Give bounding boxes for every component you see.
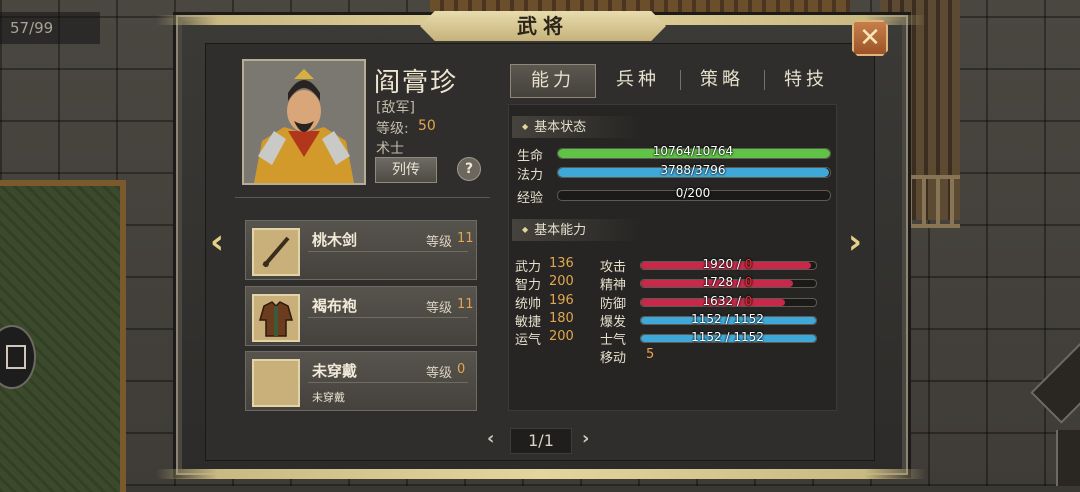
burst-value: 1152 / 1152 [640,312,815,326]
attribute-value: 196 [549,293,574,308]
section-header-basic-ability: 基本能力 [512,219,642,241]
stat-label: 生命 [517,149,544,164]
attribute-label: 敏捷 [515,315,542,330]
stat-max: 1152 [733,330,764,344]
exp-value: 0/200 [675,186,711,200]
biography-button[interactable]: 列传 [375,157,437,183]
spirit-value: 1728 / 0 [640,275,815,289]
stat-label: 防御 [600,297,627,312]
equipment-name: 未穿戴 [312,362,358,380]
stat-bonus: 0 [744,275,753,289]
page-indicator: 1/1 [510,428,572,454]
attribute-value: 136 [549,256,574,271]
equipment-level-label: 等级 [426,366,453,381]
mp-value: 3788/3796 [660,163,726,177]
close-button[interactable]: ✕ [852,20,888,56]
stat-base: 1920 [702,257,734,271]
attribute-label: 武力 [515,260,542,275]
attribute-value: 180 [549,311,574,326]
stat-sep: / [725,312,730,326]
stat-label: 法力 [517,168,544,183]
hero-name: 阎膏珍 [374,68,459,98]
tab-separator [764,70,765,90]
cloth-robe-icon [252,294,300,342]
defense-value: 1632 / 0 [640,294,815,308]
equipment-level: 11 [457,231,474,246]
stat-max: 1152 [733,312,764,326]
prev-page-button[interactable]: ‹ [487,428,494,449]
equipment-slot-armor[interactable]: 褐布袍 等级 11 [245,286,477,346]
equipment-name: 桃木剑 [312,231,358,249]
morale-value: 1152 / 1152 [640,330,815,344]
stat-bonus: 0 [744,294,753,308]
chevron-right-icon: › [582,428,590,449]
stat-base: 1632 [702,294,734,308]
divider [308,382,468,383]
equipment-level-label: 等级 [426,301,453,316]
help-button[interactable]: ? [457,157,481,181]
stat-label: 经验 [517,191,544,206]
tab-ability[interactable]: 能力 [510,64,596,98]
stat-label: 攻击 [600,260,627,275]
hp-value: 10764/10764 [652,144,734,158]
attribute-label: 统帅 [515,297,542,312]
stat-sep: / [736,294,741,308]
divider [235,197,490,198]
hero-level-label: 等级: [376,121,409,137]
stat-label: 士气 [600,333,627,348]
turn-counter: 57/99 [0,12,100,44]
attribute-label: 智力 [515,278,542,293]
divider [308,317,468,318]
equipment-slot-accessory[interactable]: 未穿戴 等级 0 未穿戴 [245,351,477,411]
empty-slot-icon [252,359,300,407]
scroll-icon [6,345,26,369]
equipment-slot-weapon[interactable]: 桃木剑 等级 11 [245,220,477,280]
stat-base: 1152 [691,312,722,326]
stat-sep: / [736,275,741,289]
stat-sep: / [736,257,741,271]
divider [308,251,468,252]
side-action-button[interactable] [1056,430,1080,486]
equipment-level-label: 等级 [426,235,453,250]
stat-label: 精神 [600,278,627,293]
stat-sep: / [725,330,730,344]
equipment-level: 0 [457,362,466,377]
stat-label: 爆发 [600,315,627,330]
close-x-icon: ✕ [859,23,881,53]
attribute-value: 200 [549,329,574,344]
hero-level: 50 [418,118,436,134]
tab-skills[interactable]: 特技 [768,64,844,96]
wooden-sword-icon [252,228,300,276]
chevron-left-icon: ‹ [487,428,495,449]
attribute-label: 运气 [515,333,542,348]
chevron-left-icon: ‹ [210,222,225,262]
attack-value: 1920 / 0 [640,257,815,271]
equipment-level: 11 [457,297,474,312]
move-value: 5 [646,347,655,362]
tab-separator [680,70,681,90]
attribute-value: 200 [549,274,574,289]
equipment-name: 褐布袍 [312,297,358,315]
chevron-right-icon: › [848,222,863,262]
section-header-basic-status: 基本状态 [512,116,642,138]
hero-class: 术士 [376,141,404,157]
equipment-sub-label: 未穿戴 [312,391,345,404]
tab-strategy[interactable]: 策略 [684,64,760,96]
tab-troops[interactable]: 兵种 [600,64,676,96]
next-page-button[interactable]: › [582,428,589,449]
prev-hero-button[interactable]: ‹ [210,222,224,262]
stat-base: 1152 [691,330,722,344]
stat-bonus: 0 [744,257,753,271]
stat-base: 1728 [702,275,734,289]
hero-portrait [242,59,366,185]
dialog-title: 武将 [517,14,569,38]
next-hero-button[interactable]: › [848,222,862,262]
stat-label: 移动 [600,351,627,366]
hero-faction: [敌军] [376,100,415,116]
